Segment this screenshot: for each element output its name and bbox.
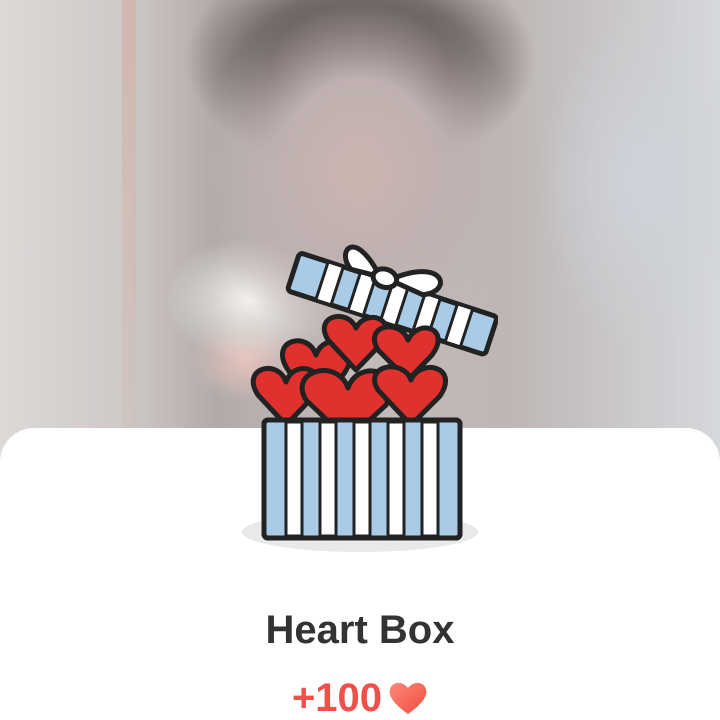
- gift-title: Heart Box: [265, 608, 455, 652]
- reward-amount: +100: [291, 676, 383, 720]
- gift-reward-screen: Heart Box +100: [0, 0, 720, 720]
- reward-row: +100: [0, 674, 720, 720]
- heart-icon: [389, 682, 427, 714]
- gift-box-icon: [242, 244, 498, 552]
